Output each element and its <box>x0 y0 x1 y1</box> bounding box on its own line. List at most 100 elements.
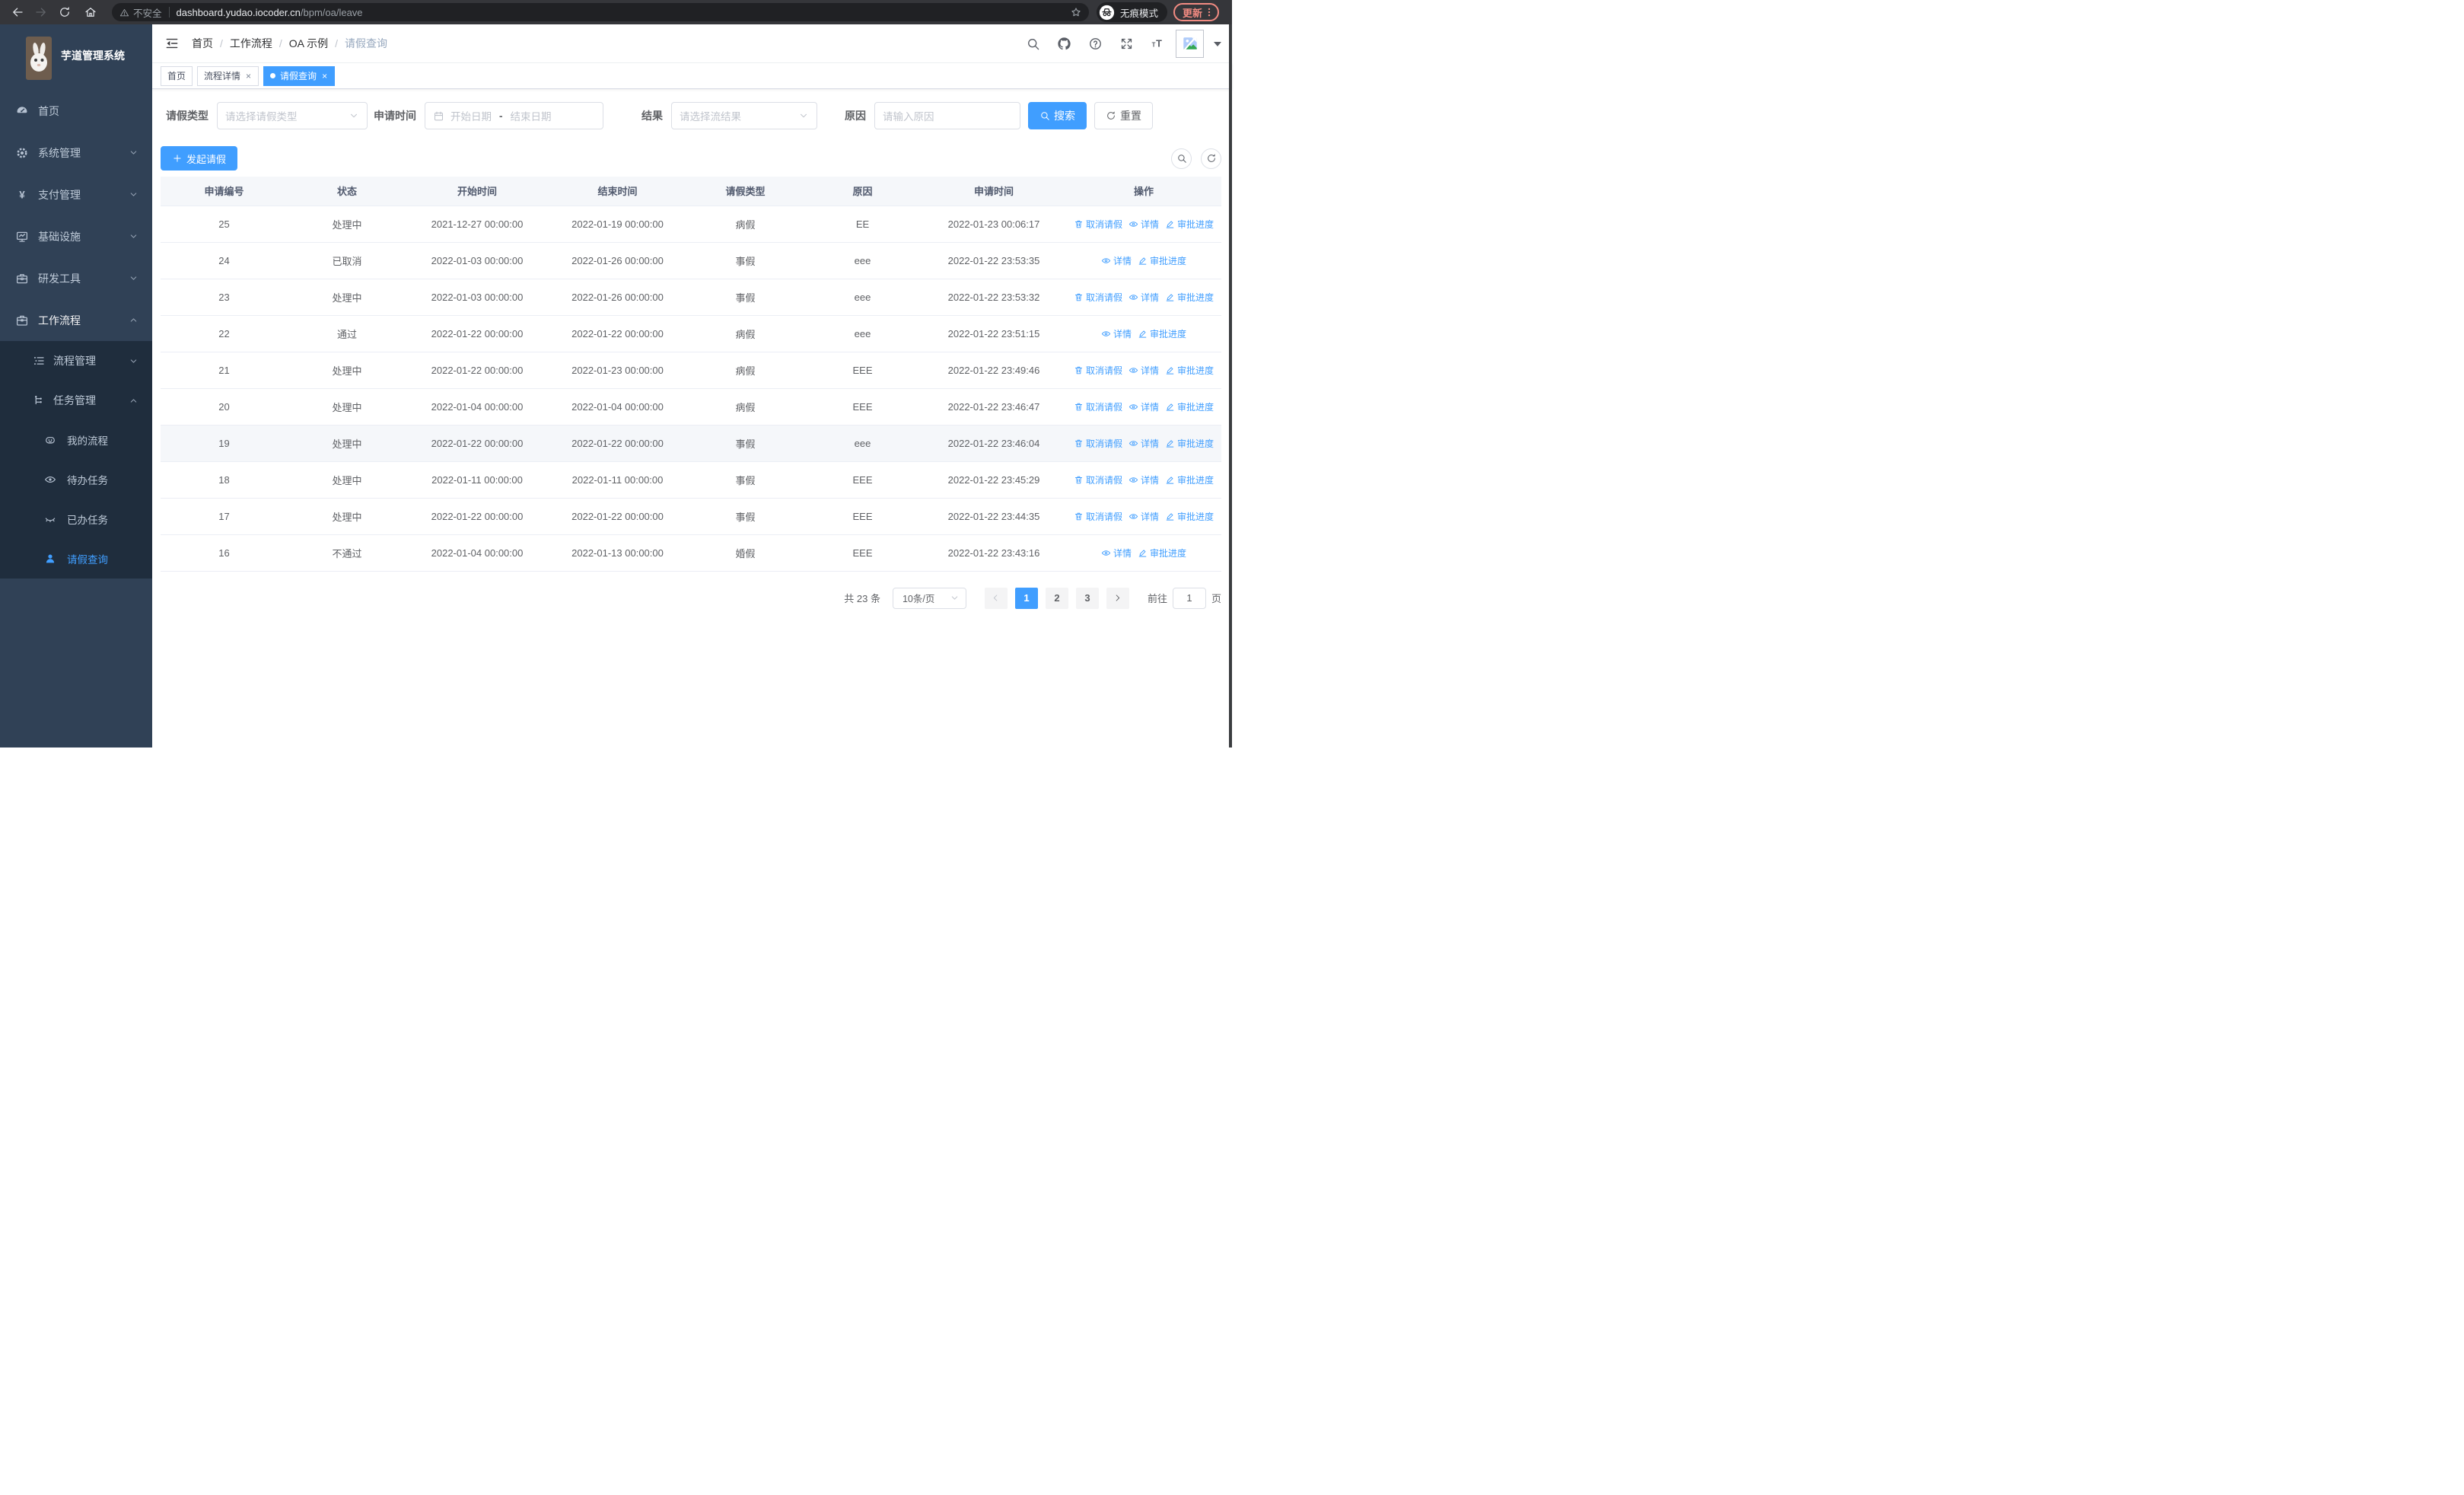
progress-link[interactable]: 审批进度 <box>1165 510 1214 523</box>
search-icon <box>1176 153 1187 164</box>
sidebar-item-1[interactable]: 系统管理 <box>0 132 152 174</box>
cancel-link[interactable]: 取消请假 <box>1074 364 1122 377</box>
forward-icon[interactable] <box>34 5 48 19</box>
cancel-link[interactable]: 取消请假 <box>1074 218 1122 231</box>
result-select[interactable]: 请选择流结果 <box>671 102 817 129</box>
sidebar-item-5[interactable]: 工作流程 <box>0 299 152 341</box>
sidebar-item-4[interactable]: 研发工具 <box>0 257 152 299</box>
page-size-select[interactable]: 10条/页 <box>892 587 966 609</box>
progress-link[interactable]: 审批进度 <box>1165 437 1214 450</box>
sidebar-item-9[interactable]: 待办任务 <box>0 460 152 499</box>
font-size-icon[interactable]: TT <box>1144 30 1170 56</box>
avatar-dropdown-caret-icon[interactable] <box>1214 41 1221 50</box>
page-scrollbar[interactable] <box>1229 24 1232 748</box>
create-leave-button[interactable]: 发起请假 <box>161 146 238 171</box>
refresh-table-button[interactable] <box>1201 148 1221 169</box>
search-icon[interactable] <box>1020 30 1046 56</box>
cell-status: 通过 <box>288 315 406 352</box>
progress-link[interactable]: 审批进度 <box>1165 364 1214 377</box>
cancel-link[interactable]: 取消请假 <box>1074 437 1122 450</box>
progress-link[interactable]: 审批进度 <box>1165 218 1214 231</box>
bookmark-star-icon[interactable] <box>1070 6 1082 18</box>
search-button[interactable]: 搜索 <box>1028 102 1087 129</box>
detail-link[interactable]: 详情 <box>1129 218 1159 231</box>
kebab-menu-icon[interactable] <box>1204 7 1214 18</box>
calendar-icon <box>433 110 444 122</box>
security-label[interactable]: 不安全 <box>133 5 162 20</box>
sidebar-item-2[interactable]: ¥ 支付管理 <box>0 174 152 215</box>
edit-icon <box>1138 256 1148 266</box>
sidebar-item-3[interactable]: 基础设施 <box>0 215 152 257</box>
breadcrumb-separator: / <box>279 37 282 49</box>
cancel-link[interactable]: 取消请假 <box>1074 400 1122 413</box>
reset-button[interactable]: 重置 <box>1094 102 1153 129</box>
progress-link[interactable]: 审批进度 <box>1165 473 1214 486</box>
detail-link[interactable]: 详情 <box>1129 510 1159 523</box>
github-icon[interactable] <box>1051 30 1077 56</box>
sidebar-toggle-icon[interactable] <box>164 36 180 51</box>
breadcrumb-item[interactable]: 首页 <box>192 36 213 51</box>
sidebar-item-6[interactable]: 流程管理 <box>0 341 152 381</box>
goto-page-input[interactable] <box>1172 587 1206 609</box>
detail-link[interactable]: 详情 <box>1101 547 1132 559</box>
browser-menu-update-button[interactable]: 更新 <box>1173 3 1220 21</box>
column-header: 结束时间 <box>548 177 687 206</box>
cell-start: 2022-01-22 00:00:00 <box>406 315 548 352</box>
sidebar-item-10[interactable]: 已办任务 <box>0 499 152 539</box>
cell-start: 2022-01-03 00:00:00 <box>406 242 548 279</box>
plus-icon <box>172 153 183 164</box>
progress-link[interactable]: 审批进度 <box>1138 547 1186 559</box>
detail-link[interactable]: 详情 <box>1129 400 1159 413</box>
detail-link[interactable]: 详情 <box>1129 437 1159 450</box>
cell-apply_time: 2022-01-22 23:51:15 <box>922 315 1066 352</box>
progress-link[interactable]: 审批进度 <box>1138 254 1186 267</box>
detail-link[interactable]: 详情 <box>1129 291 1159 304</box>
tab-首页[interactable]: 首页 <box>161 65 193 86</box>
breadcrumb-item[interactable]: 工作流程 <box>230 36 272 51</box>
reason-input[interactable]: 请输入原因 <box>874 102 1020 129</box>
sidebar-item-0[interactable]: 首页 <box>0 90 152 132</box>
breadcrumb-item[interactable]: OA 示例 <box>289 36 328 51</box>
sidebar-logo[interactable]: 芋道管理系统 <box>0 24 152 90</box>
help-icon[interactable] <box>1082 30 1108 56</box>
progress-link[interactable]: 审批进度 <box>1165 400 1214 413</box>
toggle-search-button[interactable] <box>1171 148 1192 169</box>
reload-icon[interactable] <box>58 5 72 19</box>
detail-link[interactable]: 详情 <box>1101 254 1132 267</box>
page-button-3[interactable]: 3 <box>1075 587 1099 609</box>
close-icon[interactable]: × <box>321 71 328 81</box>
home-icon[interactable] <box>84 5 97 19</box>
next-page-button[interactable] <box>1106 587 1129 609</box>
cell-type: 病假 <box>687 388 804 426</box>
detail-link[interactable]: 详情 <box>1129 473 1159 486</box>
tab-流程详情[interactable]: 流程详情 × <box>197 65 259 86</box>
user-avatar[interactable] <box>1176 29 1204 58</box>
cancel-link[interactable]: 取消请假 <box>1074 291 1122 304</box>
url-path: /bpm/oa/leave <box>300 6 363 18</box>
sidebar-item-label: 待办任务 <box>67 475 108 486</box>
progress-link[interactable]: 审批进度 <box>1138 327 1186 340</box>
page-button-1[interactable]: 1 <box>1014 587 1038 609</box>
tab-请假查询[interactable]: 请假查询 × <box>263 65 336 86</box>
back-icon[interactable] <box>11 5 24 19</box>
sidebar-item-8[interactable]: 我的流程 <box>0 420 152 460</box>
cell-end: 2022-01-22 00:00:00 <box>548 425 687 462</box>
cell-actions: 取消请假 详情 审批进度 <box>1066 279 1221 316</box>
cancel-link[interactable]: 取消请假 <box>1074 473 1122 486</box>
cell-reason: EEE <box>804 534 922 572</box>
sidebar-item-11[interactable]: 请假查询 <box>0 539 152 579</box>
edit-icon <box>1165 512 1175 521</box>
close-icon[interactable]: × <box>245 71 252 81</box>
leave-type-select[interactable]: 请选择请假类型 <box>217 102 368 129</box>
fullscreen-icon[interactable] <box>1113 30 1139 56</box>
cancel-link[interactable]: 取消请假 <box>1074 510 1122 523</box>
detail-link[interactable]: 详情 <box>1129 364 1159 377</box>
address-bar[interactable]: 不安全 dashboard.yudao.iocoder.cn/bpm/oa/le… <box>112 3 1089 21</box>
progress-link[interactable]: 审批进度 <box>1165 291 1214 304</box>
detail-link[interactable]: 详情 <box>1101 327 1132 340</box>
page-button-2[interactable]: 2 <box>1045 587 1068 609</box>
sidebar-item-7[interactable]: 任务管理 <box>0 381 152 420</box>
apply-time-range-picker[interactable]: 开始日期 - 结束日期 <box>425 102 603 129</box>
sidebar-item-label: 基础设施 <box>38 230 81 243</box>
incognito-label: 无痕模式 <box>1120 8 1159 19</box>
